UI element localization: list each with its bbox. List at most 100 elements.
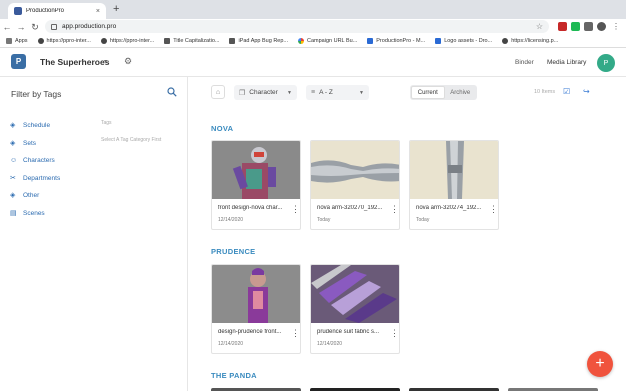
page-icon (164, 38, 171, 44)
bookmark-item[interactable]: Apps (6, 38, 28, 44)
copy-icon: ❐ (239, 89, 246, 97)
chevron-down-icon: ▼ (359, 89, 364, 96)
sidebar-item-label: Departments (23, 174, 61, 182)
tags-hint: Select A Tag Category First (101, 137, 162, 143)
bookmark-item[interactable]: ProductionPro - M... (367, 38, 425, 44)
tab-title: ProductionPro (26, 8, 65, 14)
forward-icon[interactable]: → (14, 22, 28, 32)
sort-dropdown[interactable]: ≡ A - Z ▼ (306, 85, 369, 100)
sort-icon: ≡ (311, 89, 316, 96)
menu-dots-icon[interactable]: ⋮ (612, 22, 621, 31)
sidebar-item-label: Other (23, 192, 40, 200)
bookmark-label: Title Capitalizatio... (173, 38, 220, 44)
bookmark-label: ProductionPro - M... (376, 38, 426, 44)
thumbnail-image (410, 141, 498, 199)
sidebar-item-characters[interactable]: ☺ Characters (10, 152, 60, 170)
bookmark-label: Apps (15, 38, 28, 44)
globe-icon (37, 38, 44, 44)
avatar[interactable]: P (597, 54, 615, 72)
tag-icon: ◈ (10, 139, 16, 147)
search-icon[interactable] (167, 87, 177, 97)
check-square-icon[interactable]: ☑ (563, 87, 570, 96)
thumbnail-image (311, 141, 399, 199)
person-icon: ☺ (10, 157, 18, 165)
more-options-icon[interactable]: ⋮ (291, 329, 300, 338)
favicon-icon (14, 7, 22, 15)
media-card-name: nova arm-320274_192... (416, 205, 482, 211)
lock-icon (51, 23, 57, 30)
puzzle-icon[interactable] (584, 22, 593, 31)
profile-icon[interactable] (597, 22, 606, 31)
app-logo-icon[interactable]: P (11, 54, 26, 69)
gear-icon[interactable]: ⚙ (124, 56, 132, 67)
segment-current[interactable]: Current (411, 86, 445, 99)
address-bar[interactable]: app.production.pro ☆ (45, 20, 549, 33)
group-by-dropdown[interactable]: ❐ Character ▼ (234, 85, 297, 100)
sidebar-item-label: Scenes (23, 209, 45, 217)
media-card[interactable]: prudence suit fabric s... 12/14/2020 ⋮ (310, 264, 400, 354)
sidebar-item-departments[interactable]: ✂ Departments (10, 170, 60, 188)
media-library-link[interactable]: Media Library (547, 59, 586, 66)
media-card-date: 12/14/2020 (218, 217, 244, 223)
tag-filter-button[interactable]: ⌂ (211, 85, 225, 99)
bookmark-label: Campaign URL Bu... (307, 38, 358, 44)
apple-icon (229, 38, 236, 44)
binder-link[interactable]: Binder (515, 59, 534, 66)
filter-sidebar: Filter by Tags ◈ Schedule ◈ Sets ☺ Characters… (0, 77, 188, 391)
more-options-icon[interactable]: ⋮ (390, 329, 399, 338)
chevron-down-icon: ▼ (287, 89, 292, 96)
bookmark-item[interactable]: https://ppro-inter... (100, 38, 154, 44)
segment-archive[interactable]: Archive (445, 86, 477, 99)
current-archive-toggle: Current Archive (410, 85, 477, 100)
thumbnail-image (212, 141, 300, 199)
bookmark-item[interactable]: Logo assets - Dro... (435, 38, 492, 44)
back-icon[interactable]: ← (0, 22, 14, 32)
reload-icon[interactable]: ↻ (28, 22, 42, 33)
url-text: app.production.pro (62, 23, 117, 30)
project-name[interactable]: The Superheroes (40, 57, 109, 67)
new-tab-button[interactable]: + (113, 3, 119, 15)
bookmark-item[interactable]: Title Capitalizatio... (164, 38, 219, 44)
sidebar-item-other[interactable]: ◈ Other (10, 187, 60, 205)
media-card[interactable]: design-prudence front... 12/14/2020 ⋮ (211, 264, 301, 354)
group-by-value: Character (249, 89, 278, 96)
app-header: P The Superheroes ▾ ⚙ Binder Media Libra… (0, 48, 626, 77)
extension-icon[interactable] (571, 22, 580, 31)
thumbnail-image (311, 265, 399, 323)
scenes-icon: ▤ (10, 209, 17, 217)
bookmark-label: iPad App Bug Rep... (238, 38, 289, 44)
sidebar-item-sets[interactable]: ◈ Sets (10, 135, 60, 153)
sidebar-item-scenes[interactable]: ▤ Scenes (10, 205, 60, 223)
browser-toolbar: ← → ↻ app.production.pro ☆ ⋮ (0, 19, 626, 35)
share-icon[interactable]: ↪ (583, 87, 590, 96)
media-card-date: 12/14/2020 (317, 341, 343, 347)
bookmark-item[interactable]: Campaign URL Bu... (298, 38, 357, 44)
bookmark-star-icon[interactable]: ☆ (536, 22, 543, 31)
tag-icon: ◈ (10, 122, 16, 130)
more-options-icon[interactable]: ⋮ (291, 205, 300, 214)
bookmark-item[interactable]: https://licensing.p... (502, 38, 558, 44)
media-card[interactable]: nova arm-320274_192... Today ⋮ (409, 140, 499, 230)
sidebar-item-label: Schedule (23, 122, 51, 130)
globe-icon (502, 38, 509, 44)
media-library-main: ⌂ ❐ Character ▼ ≡ A - Z ▼ Current Archiv… (189, 77, 626, 391)
browser-tab[interactable]: ProductionPro × (8, 3, 106, 19)
media-card[interactable]: front design-nova char... 12/14/2020 ⋮ (211, 140, 301, 230)
google-icon (298, 38, 305, 44)
chevron-down-icon[interactable]: ▾ (104, 58, 107, 65)
add-media-button[interactable]: + (587, 351, 613, 377)
media-card-name: prudence suit fabric s... (317, 329, 380, 335)
bookmark-item[interactable]: https://ppro-inter... (37, 38, 91, 44)
media-card-date: Today (416, 217, 430, 223)
section-title-nova: NOVA (211, 124, 234, 133)
media-card-name: nova arm-320270_192... (317, 205, 383, 211)
media-card[interactable]: nova arm-320270_192... Today ⋮ (310, 140, 400, 230)
tab-close-icon[interactable]: × (96, 8, 100, 15)
more-options-icon[interactable]: ⋮ (489, 205, 498, 214)
extension-icon[interactable] (558, 22, 567, 31)
browser-tabstrip: ProductionPro × + (0, 0, 626, 19)
bookmarks-bar: Apps https://ppro-inter... https://ppro-in… (0, 35, 626, 48)
bookmark-item[interactable]: iPad App Bug Rep... (229, 38, 288, 44)
more-options-icon[interactable]: ⋮ (390, 205, 399, 214)
sidebar-item-schedule[interactable]: ◈ Schedule (10, 117, 60, 135)
